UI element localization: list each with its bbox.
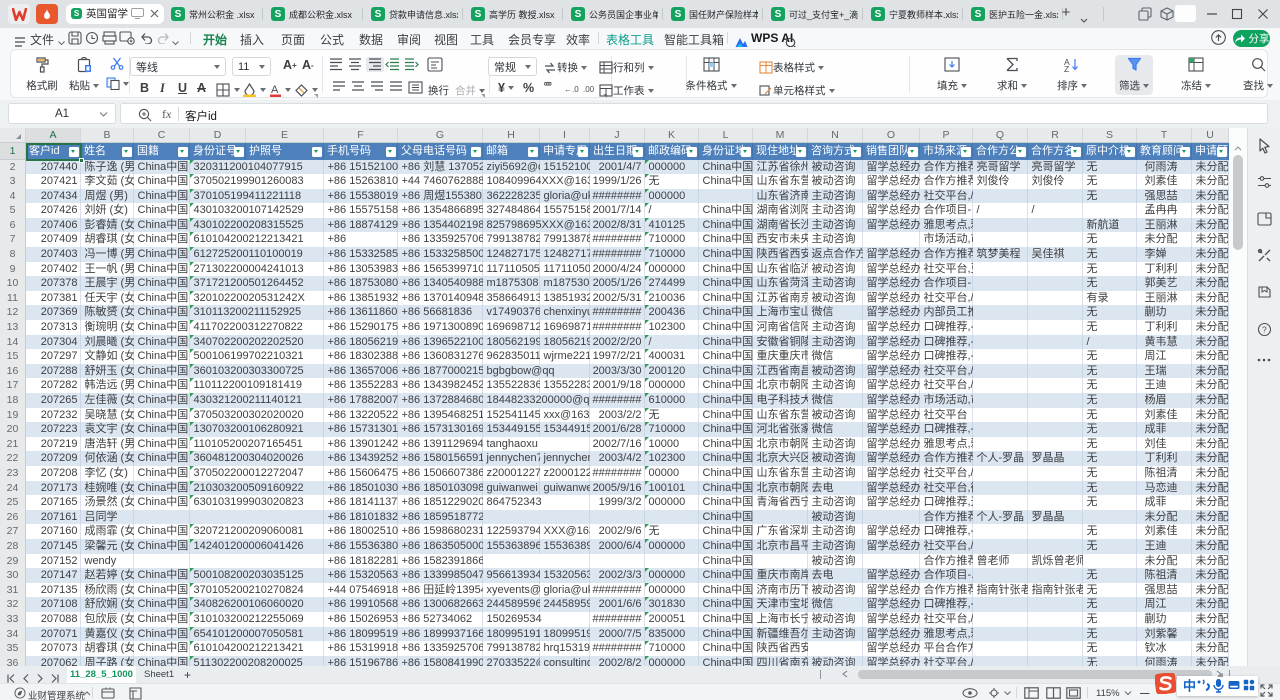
svg-text:Z: Z xyxy=(1064,64,1069,72)
svg-text:.00: .00 xyxy=(583,85,595,94)
svg-text:中: 中 xyxy=(1183,679,1196,694)
svg-text:←.0: ←.0 xyxy=(564,85,579,94)
svg-text:A: A xyxy=(271,84,279,96)
svg-text:?: ? xyxy=(1262,325,1267,335)
